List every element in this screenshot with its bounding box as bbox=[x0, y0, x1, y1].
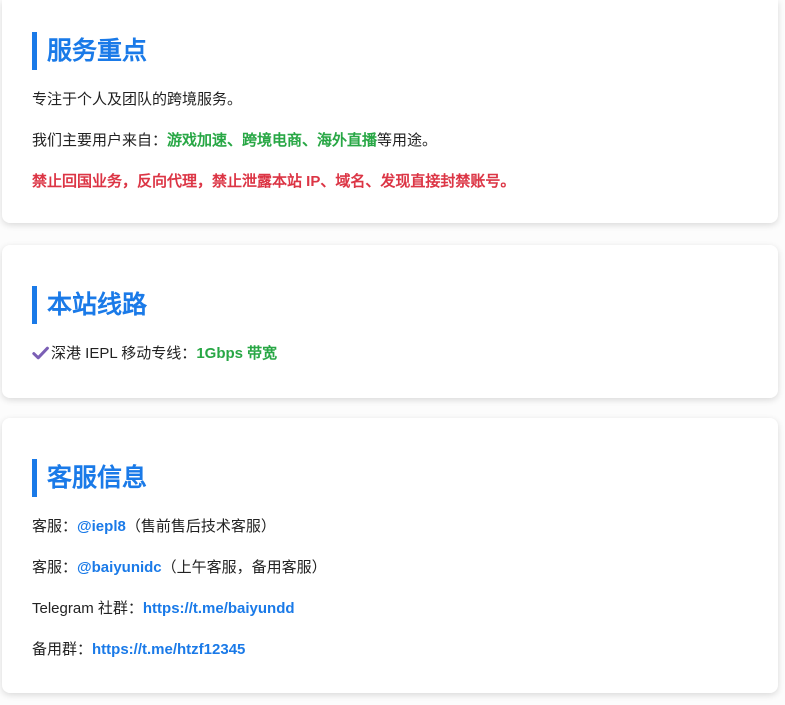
page: 服务重点 专注于个人及团队的跨境服务。 我们主要用户来自：游戏加速、跨境电商、海… bbox=[0, 0, 785, 705]
line-item-bandwidth: 1Gbps 带宽 bbox=[196, 345, 278, 362]
support-card: 客服信息 客服：@iepl8（售前售后技术客服） 客服：@baiyunidc（上… bbox=[2, 418, 778, 693]
check-icon bbox=[32, 346, 49, 360]
support-contact-link[interactable]: @iepl8 bbox=[77, 518, 126, 535]
support-item: 备用群：https://t.me/htzf12345 bbox=[32, 638, 748, 662]
line-item: 深港 IEPL 移动专线：1Gbps 带宽 bbox=[32, 342, 748, 366]
support-item: Telegram 社群：https://t.me/baiyundd bbox=[32, 597, 748, 621]
service-users-highlight: 游戏加速、跨境电商、海外直播 bbox=[167, 132, 378, 149]
backup-group-link[interactable]: https://t.me/htzf12345 bbox=[92, 641, 245, 658]
support-item-label: 备用群： bbox=[32, 641, 93, 658]
service-focus-card: 服务重点 专注于个人及团队的跨境服务。 我们主要用户来自：游戏加速、跨境电商、海… bbox=[2, 0, 778, 223]
support-title: 客服信息 bbox=[32, 459, 748, 497]
support-item: 客服：@baiyunidc（上午客服，备用客服） bbox=[32, 556, 748, 580]
support-item-label: 客服： bbox=[32, 518, 78, 535]
service-focus-title: 服务重点 bbox=[32, 32, 748, 70]
service-intro: 专注于个人及团队的跨境服务。 bbox=[32, 91, 243, 108]
service-users-prefix: 我们主要用户来自： bbox=[32, 132, 168, 149]
support-item: 客服：@iepl8（售前售后技术客服） bbox=[32, 515, 748, 539]
line-item-label: 深港 IEPL 移动专线： bbox=[51, 345, 197, 362]
service-users: 我们主要用户来自：游戏加速、跨境电商、海外直播等用途。 bbox=[32, 129, 748, 153]
support-item-note: （售前售后技术客服） bbox=[125, 518, 276, 535]
support-item-label: Telegram 社群： bbox=[32, 600, 143, 617]
service-users-suffix: 等用途。 bbox=[377, 132, 438, 149]
support-item-label: 客服： bbox=[32, 559, 78, 576]
telegram-group-link[interactable]: https://t.me/baiyundd bbox=[143, 600, 295, 617]
lines-title: 本站线路 bbox=[32, 286, 748, 324]
lines-card: 本站线路 深港 IEPL 移动专线：1Gbps 带宽 bbox=[2, 245, 778, 398]
support-contact-link[interactable]: @baiyunidc bbox=[77, 559, 162, 576]
service-warning: 禁止回国业务，反向代理，禁止泄露本站 IP、域名、发现直接封禁账号。 bbox=[32, 173, 516, 190]
support-item-note: （上午客服，备用客服） bbox=[161, 559, 327, 576]
